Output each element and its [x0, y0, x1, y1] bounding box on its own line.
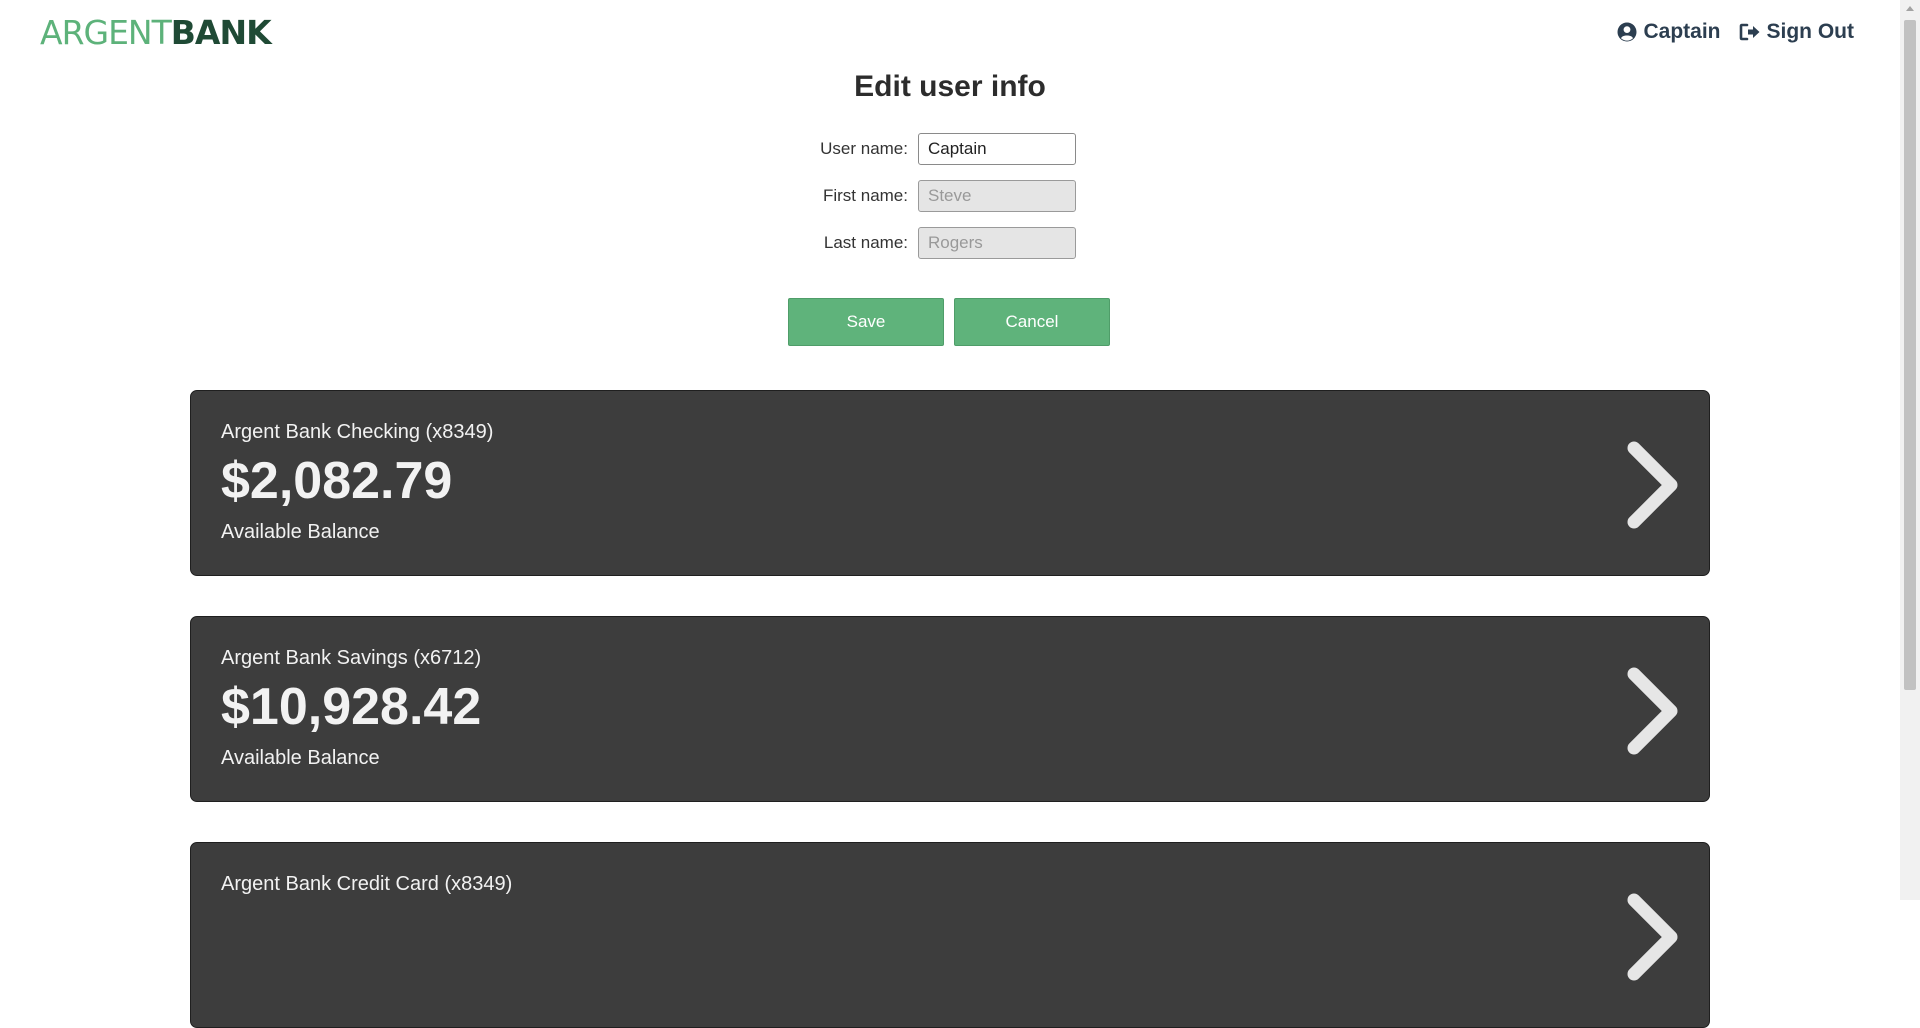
save-button[interactable]: Save	[788, 298, 944, 346]
lastname-label: Last name:	[823, 233, 908, 252]
lastname-input	[918, 227, 1076, 259]
cancel-button[interactable]: Cancel	[954, 298, 1110, 346]
user-profile-link[interactable]: Captain	[1617, 20, 1721, 44]
lastname-row: Last name:	[708, 225, 1076, 261]
user-circle-icon	[1617, 22, 1637, 42]
sign-out-label: Sign Out	[1766, 20, 1855, 43]
chevron-right-icon[interactable]	[1625, 891, 1681, 983]
main-nav: Captain Sign Out	[1617, 20, 1854, 44]
logo-bank: BANK	[170, 13, 272, 52]
logo[interactable]: ARGENTBANK	[40, 13, 272, 52]
account-card-checking[interactable]: Argent Bank Checking (x8349) $2,082.79 A…	[190, 390, 1710, 576]
sign-out-icon	[1739, 23, 1759, 41]
header: ARGENTBANK Captain Sign Out	[0, 0, 1900, 66]
account-description: Available Balance	[221, 747, 380, 769]
username-label: User name:	[820, 139, 908, 158]
account-title: Argent Bank Checking (x8349)	[221, 421, 494, 443]
chevron-right-icon[interactable]	[1625, 439, 1681, 531]
firstname-row: First name:	[708, 178, 1076, 214]
account-card-savings[interactable]: Argent Bank Savings (x6712) $10,928.42 A…	[190, 616, 1710, 802]
chevron-right-icon[interactable]	[1625, 665, 1681, 757]
vertical-scrollbar[interactable]	[1900, 0, 1920, 900]
scrollbar-thumb[interactable]	[1904, 20, 1916, 690]
scroll-up-arrow-icon[interactable]	[1906, 6, 1914, 11]
firstname-input	[918, 180, 1076, 212]
logo-argent: ARGENT	[40, 13, 172, 52]
account-title: Argent Bank Savings (x6712)	[221, 647, 482, 669]
account-description: Available Balance	[221, 521, 380, 543]
firstname-label: First name:	[822, 186, 908, 205]
username-input[interactable]	[918, 133, 1076, 165]
account-amount: $10,928.42	[221, 678, 482, 736]
sign-out-link[interactable]: Sign Out	[1739, 20, 1855, 44]
username-row: User name:	[708, 131, 1076, 167]
user-name: Captain	[1643, 20, 1721, 43]
account-title: Argent Bank Credit Card (x8349)	[221, 873, 513, 895]
page-title: Edit user info	[854, 70, 1046, 103]
account-amount: $2,082.79	[221, 452, 453, 510]
account-card-credit[interactable]: Argent Bank Credit Card (x8349)	[190, 842, 1710, 1028]
